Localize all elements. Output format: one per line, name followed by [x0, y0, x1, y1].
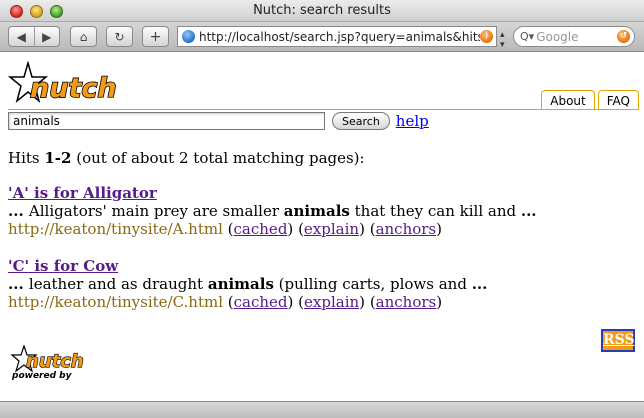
- title-bar: Nutch: search results: [0, 0, 644, 22]
- nutch-logo[interactable]: nutch: [8, 61, 128, 107]
- status-bar: [0, 401, 644, 418]
- snippet-ellipsis: ...: [8, 275, 29, 293]
- reload-button[interactable]: ↻: [106, 26, 133, 47]
- search-form: Search help: [8, 112, 429, 130]
- browser-toolbar: ◀ ▶ ⌂ ↻ + http://localhost/search.jsp?qu…: [0, 22, 644, 52]
- page-content: nutch About FAQ Search help Hits 1-2 (ou…: [0, 53, 644, 401]
- help-link[interactable]: help: [396, 112, 429, 130]
- back-arrow-icon[interactable]: ◀: [9, 30, 34, 44]
- header-divider: [8, 109, 639, 110]
- search-snapback-icon[interactable]: ↺: [617, 30, 630, 43]
- header-tabs: About FAQ: [538, 90, 639, 110]
- explain-link[interactable]: explain: [304, 293, 359, 311]
- snippet-text: leather and as draught: [28, 275, 208, 293]
- hits-range: 1-2: [44, 149, 72, 167]
- anchors-link[interactable]: anchors: [376, 220, 437, 238]
- web-search-placeholder: Google: [536, 29, 579, 44]
- result-title-link[interactable]: 'C' is for Cow: [8, 257, 118, 275]
- snippet-text: that they can kill and: [349, 202, 521, 220]
- result-snippet: ... Alligators' main prey are smaller an…: [8, 202, 537, 220]
- forward-arrow-icon[interactable]: ▶: [34, 30, 59, 44]
- logo-text: nutch: [30, 73, 117, 104]
- result-snippet: ... leather and as draught animals (pull…: [8, 275, 487, 293]
- hits-prefix: Hits: [8, 149, 45, 167]
- result-url: http://keaton/tinysite/C.html: [8, 293, 223, 311]
- explain-link[interactable]: explain: [304, 220, 359, 238]
- snippet-text: Alligators' main prey are smaller: [28, 202, 284, 220]
- query-input[interactable]: [8, 112, 325, 130]
- tab-about[interactable]: About: [541, 90, 595, 110]
- search-result: 'C' is for Cow ... leather and as draugh…: [8, 257, 487, 311]
- plus-icon: +: [149, 28, 162, 45]
- web-search-field[interactable]: Q▾ Google ↺: [513, 26, 635, 47]
- hits-suffix: (out of about 2 total matching pages):: [71, 149, 365, 167]
- back-forward-control: ◀ ▶: [8, 26, 60, 47]
- rss-button[interactable]: RSS: [601, 329, 635, 352]
- home-icon: ⌂: [79, 29, 88, 44]
- globe-icon: [182, 30, 195, 43]
- cached-link[interactable]: cached: [234, 293, 288, 311]
- result-meta: http://keaton/tinysite/C.html (cached) (…: [8, 293, 443, 311]
- snippet-ellipsis: ...: [471, 275, 488, 293]
- cached-link[interactable]: cached: [234, 220, 288, 238]
- add-bookmark-button[interactable]: +: [142, 26, 169, 47]
- snippet-text: (pulling carts, plows and: [273, 275, 472, 293]
- hits-summary: Hits 1-2 (out of about 2 total matching …: [8, 149, 365, 167]
- result-meta: http://keaton/tinysite/A.html (cached) (…: [8, 220, 442, 238]
- snippet-ellipsis: ...: [520, 202, 537, 220]
- result-title-link[interactable]: 'A' is for Alligator: [8, 184, 157, 202]
- address-dropdown-icon[interactable]: ▴ ▾: [500, 30, 505, 50]
- snippet-hit: animals: [207, 275, 274, 293]
- result-url: http://keaton/tinysite/A.html: [8, 220, 223, 238]
- search-icon[interactable]: Q▾: [520, 30, 534, 43]
- reload-icon: ↻: [114, 29, 125, 44]
- tab-faq[interactable]: FAQ: [597, 90, 639, 110]
- rss-feed-icon[interactable]: ): [480, 30, 493, 43]
- snippet-hit: animals: [283, 202, 350, 220]
- footer-logo-text: nutch: [26, 351, 84, 372]
- powered-by-label: powered by: [12, 371, 72, 381]
- address-text[interactable]: http://localhost/search.jsp?query=animal…: [199, 30, 480, 44]
- search-result: 'A' is for Alligator ... Alligators' mai…: [8, 184, 537, 238]
- snippet-ellipsis: ...: [8, 202, 29, 220]
- anchors-link[interactable]: anchors: [376, 293, 437, 311]
- window-title: Nutch: search results: [253, 3, 391, 18]
- search-button[interactable]: Search: [332, 112, 390, 130]
- address-bar[interactable]: http://localhost/search.jsp?query=animal…: [177, 26, 497, 47]
- home-button[interactable]: ⌂: [70, 26, 97, 47]
